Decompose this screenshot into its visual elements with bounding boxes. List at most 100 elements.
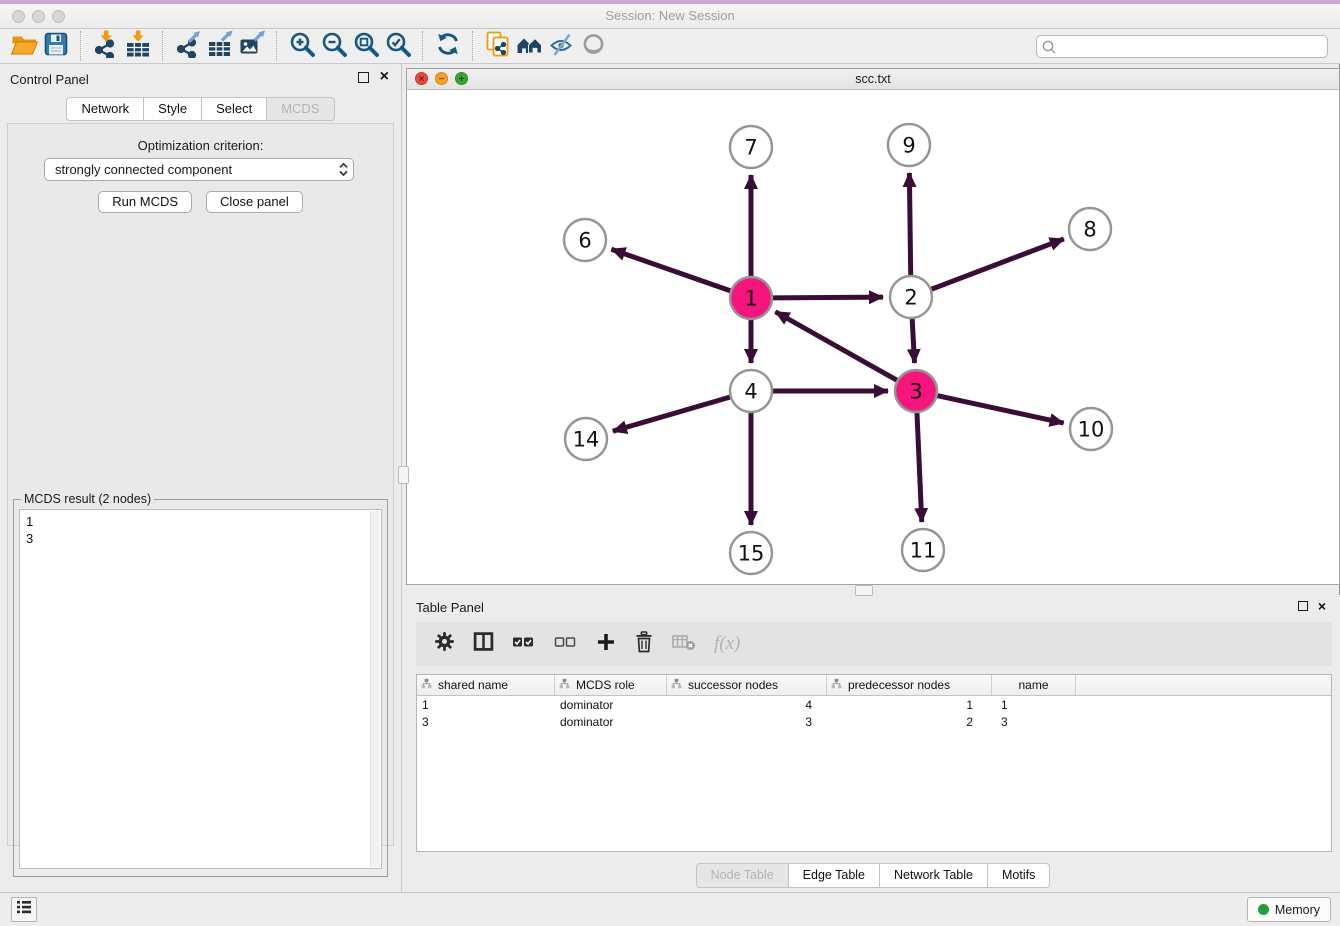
graph-edge-4-14[interactable] <box>613 397 730 431</box>
graph-edge-3-1[interactable] <box>775 312 896 380</box>
control-panel-tabs: Network Style Select MCDS <box>0 97 401 121</box>
network-minimize-button[interactable]: − <box>435 72 448 85</box>
horizontal-splitter-handle[interactable] <box>855 585 873 596</box>
hide-details-button[interactable] <box>546 30 578 62</box>
eye-disabled-icon <box>580 30 608 63</box>
graph-node-10[interactable]: 10 <box>1070 408 1112 450</box>
graph-node-1[interactable]: 1 <box>730 277 772 319</box>
graph-edge-1-6[interactable] <box>611 249 730 291</box>
create-network-view-button[interactable] <box>482 30 514 62</box>
table-cell[interactable]: 3 <box>992 715 1076 729</box>
show-view-button[interactable] <box>578 30 610 62</box>
close-panel-button[interactable]: Close panel <box>206 191 303 213</box>
table-cell[interactable]: 1 <box>417 698 555 712</box>
float-table-panel-icon[interactable] <box>1298 601 1308 611</box>
zoom-in-button[interactable] <box>286 30 318 62</box>
graph-node-4[interactable]: 4 <box>730 370 772 412</box>
graph-node-6[interactable]: 6 <box>564 219 606 261</box>
home-layout-button[interactable] <box>514 30 546 62</box>
memory-button[interactable]: Memory <box>1247 897 1331 922</box>
export-image-button[interactable] <box>236 30 268 62</box>
graph-node-3[interactable]: 3 <box>895 370 937 412</box>
result-scrollbar[interactable] <box>370 511 380 867</box>
graph-edge-1-2[interactable] <box>773 297 883 298</box>
graph-node-15[interactable]: 15 <box>730 532 772 574</box>
column-header-predecessor-nodes[interactable]: predecessor nodes <box>827 675 992 695</box>
run-mcds-button[interactable]: Run MCDS <box>98 191 192 213</box>
save-session-button[interactable] <box>40 30 72 62</box>
table-row[interactable]: 3dominator323 <box>417 713 1331 730</box>
table-cell[interactable]: 3 <box>667 715 827 729</box>
open-session-button[interactable] <box>8 30 40 62</box>
eye-slash-icon <box>548 30 576 63</box>
table-row[interactable]: 1dominator411 <box>417 696 1331 713</box>
graph-node-2[interactable]: 2 <box>890 276 932 318</box>
create-column-button[interactable] <box>596 632 616 657</box>
tab-edge-table[interactable]: Edge Table <box>788 863 880 888</box>
vertical-splitter-handle[interactable] <box>398 466 409 484</box>
close-panel-icon[interactable]: × <box>380 71 389 83</box>
graph-node-7[interactable]: 7 <box>730 126 772 168</box>
tab-network-table[interactable]: Network Table <box>879 863 988 888</box>
table-cell[interactable]: dominator <box>555 698 667 712</box>
apply-layout-button[interactable] <box>432 30 464 62</box>
select-all-columns-button[interactable] <box>512 633 536 656</box>
table-cell[interactable]: 1 <box>992 698 1076 712</box>
graph-node-11[interactable]: 11 <box>902 529 944 571</box>
criterion-dropdown-value: strongly connected component <box>55 162 232 177</box>
network-maximize-button[interactable]: + <box>455 72 468 85</box>
network-close-button[interactable]: × <box>415 72 428 85</box>
graph-node-8[interactable]: 8 <box>1069 208 1111 250</box>
graph-edge-2-9[interactable] <box>909 173 910 275</box>
graph-node-14[interactable]: 14 <box>565 418 607 460</box>
column-header-shared-name[interactable]: shared name <box>417 675 555 695</box>
table-cell[interactable]: 4 <box>667 698 827 712</box>
table-cell[interactable]: 1 <box>827 698 992 712</box>
control-panel: Control Panel × Network Style Select MCD… <box>0 64 402 893</box>
tab-motifs[interactable]: Motifs <box>987 863 1050 888</box>
mcds-result-area[interactable]: 1 3 <box>19 509 382 869</box>
table-cell[interactable]: 2 <box>827 715 992 729</box>
float-panel-icon[interactable] <box>358 72 369 83</box>
tab-style[interactable]: Style <box>143 97 202 121</box>
network-window-titlebar[interactable]: × − + scc.txt <box>407 69 1339 90</box>
task-history-button[interactable] <box>11 897 37 922</box>
tab-select[interactable]: Select <box>201 97 267 121</box>
import-table-button[interactable] <box>122 30 154 62</box>
show-columns-button[interactable] <box>473 631 494 657</box>
graph-edge-3-10[interactable] <box>937 396 1063 423</box>
toolbar-separator <box>472 31 474 61</box>
tab-node-table[interactable]: Node Table <box>696 863 789 888</box>
zoom-fit-button[interactable] <box>350 30 382 62</box>
save-disk-icon <box>42 30 70 63</box>
svg-text:1: 1 <box>744 286 757 310</box>
column-header-name[interactable]: name <box>992 675 1076 695</box>
export-table-button[interactable] <box>204 30 236 62</box>
column-header-MCDS-role[interactable]: MCDS role <box>555 675 667 695</box>
table-cell[interactable]: dominator <box>555 715 667 729</box>
table-settings-button[interactable] <box>434 631 455 657</box>
delete-table-icon <box>672 633 696 656</box>
zoom-selected-button[interactable] <box>382 30 414 62</box>
graph-edge-2-3[interactable] <box>912 319 914 363</box>
graph-edge-3-11[interactable] <box>917 413 922 522</box>
delete-column-button[interactable] <box>634 631 654 658</box>
graph-edge-2-8[interactable] <box>932 239 1064 289</box>
unselect-all-columns-button[interactable] <box>554 633 578 656</box>
network-canvas[interactable]: 7 9 6 8 1 2 4 3 14 10 15 11 <box>407 89 1339 584</box>
tab-network[interactable]: Network <box>66 97 144 121</box>
table-cell[interactable]: 3 <box>417 715 555 729</box>
search-input[interactable] <box>1036 35 1328 58</box>
delete-table-button-disabled[interactable] <box>672 633 696 656</box>
column-header-successor-nodes[interactable]: successor nodes <box>667 675 827 695</box>
close-table-panel-icon[interactable]: × <box>1318 600 1326 612</box>
graph-node-9[interactable]: 9 <box>888 124 930 166</box>
network-view-window: × − + scc.txt 7 9 6 8 1 2 4 3 14 10 15 11 <box>406 68 1340 585</box>
function-builder-button-disabled[interactable]: f(x) <box>714 633 740 655</box>
import-network-button[interactable] <box>90 30 122 62</box>
zoom-out-button[interactable] <box>318 30 350 62</box>
export-network-button[interactable] <box>172 30 204 62</box>
criterion-dropdown[interactable]: strongly connected component <box>44 158 354 181</box>
tab-mcds[interactable]: MCDS <box>266 97 334 121</box>
optimization-criterion-label: Optimization criterion: <box>0 138 401 153</box>
